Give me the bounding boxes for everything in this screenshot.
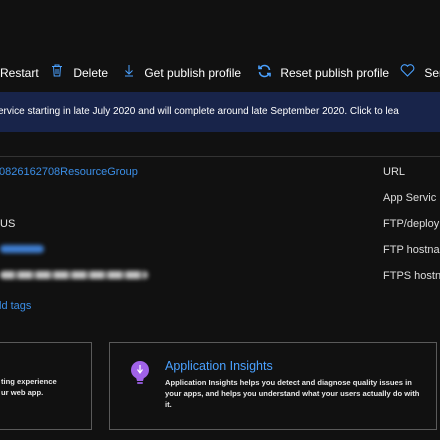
application-insights-card[interactable]: Application Insights Application Insight…: [109, 342, 437, 430]
download-icon: [124, 64, 134, 81]
notification-banner[interactable]: ervice starting in late July 2020 and wi…: [0, 92, 440, 132]
redacted-subscription: [0, 245, 44, 253]
send-feedback-label: Ser: [424, 65, 440, 80]
diagnose-card[interactable]: ting experience ur web app.: [0, 342, 92, 430]
trash-icon: [51, 64, 63, 81]
banner-text: ervice starting in late July 2020 and wi…: [0, 106, 399, 117]
location-value: US: [0, 218, 16, 230]
refresh-icon: [257, 64, 272, 82]
get-publish-profile-button[interactable]: Get publish profile: [124, 64, 241, 80]
delete-button[interactable]: Delete: [51, 64, 108, 80]
send-feedback-button[interactable]: Ser: [400, 64, 440, 80]
section-divider: [0, 156, 440, 157]
redacted-subscription-id: [0, 271, 148, 279]
url-label: URL: [383, 166, 406, 178]
ftps-hostname-label: FTPS hostn: [383, 270, 440, 282]
heart-icon: [400, 64, 415, 81]
ftp-hostname-label: FTP hostna: [383, 244, 440, 256]
add-tags-link[interactable]: ld tags: [0, 300, 31, 312]
application-insights-title[interactable]: Application Insights: [165, 359, 273, 373]
command-bar: Restart Delete Get publish profile Reset…: [0, 52, 440, 92]
app-service-plan-label: App Servic: [383, 192, 437, 204]
get-publish-profile-label: Get publish profile: [144, 65, 242, 80]
reset-publish-profile-button[interactable]: Reset publish profile: [257, 64, 389, 80]
restart-label: Restart: [0, 65, 39, 80]
reset-publish-profile-label: Reset publish profile: [280, 66, 390, 80]
resource-group-link[interactable]: 0826162708ResourceGroup: [0, 166, 138, 178]
ftp-deploy-label: FTP/deploy: [383, 218, 440, 230]
diagnose-card-description: ting experience ur web app.: [1, 377, 57, 397]
lightbulb-icon: [130, 360, 150, 393]
delete-label: Delete: [73, 65, 109, 80]
restart-button[interactable]: Restart: [0, 64, 39, 80]
application-insights-description: Application Insights helps you detect an…: [165, 378, 420, 409]
